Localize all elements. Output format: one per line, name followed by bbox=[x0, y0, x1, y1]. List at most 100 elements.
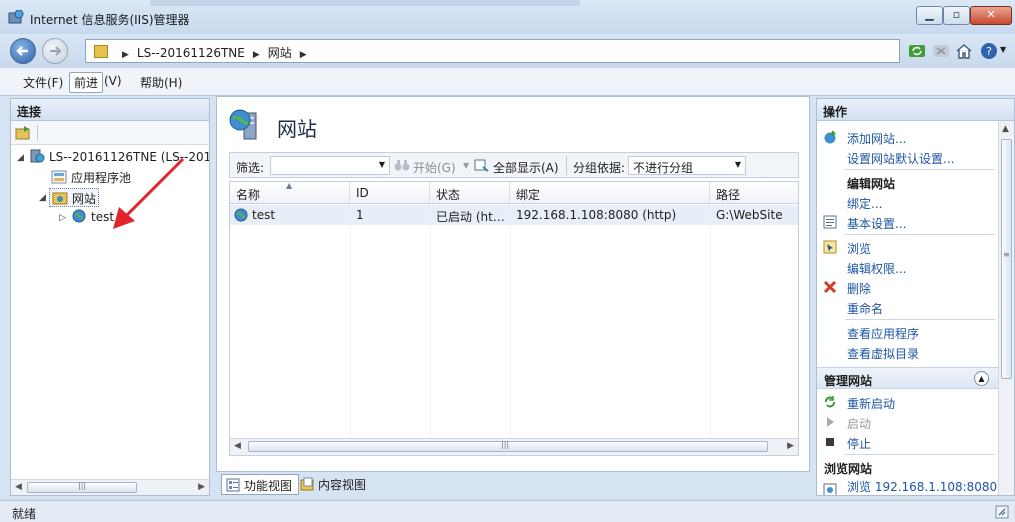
scroll-left-icon[interactable]: ◀ bbox=[15, 482, 22, 492]
resize-grip-icon[interactable] bbox=[995, 505, 1009, 519]
cell-path: G:\WebSite bbox=[716, 208, 783, 222]
action-add-website[interactable]: 添加网站... bbox=[847, 130, 906, 147]
filter-label: 筛选: bbox=[236, 161, 265, 175]
start-filter-button[interactable]: 开始(G) bbox=[413, 159, 456, 176]
show-all-button[interactable]: 全部显示(A) bbox=[493, 159, 559, 176]
help-dropdown-icon[interactable]: ▼ bbox=[1000, 45, 1006, 54]
breadcrumb: ▶ LS--20161126TNE ▶ 网站 ▶ bbox=[114, 44, 315, 61]
dropdown-arrow-icon[interactable]: ▼ bbox=[463, 161, 469, 170]
cell-binding: 192.168.1.108:8080 (http) bbox=[516, 208, 677, 222]
expand-arrow-icon[interactable]: ▷ bbox=[59, 213, 66, 223]
restart-icon bbox=[825, 396, 835, 408]
breadcrumb-sites[interactable]: 网站 bbox=[268, 46, 292, 60]
scroll-left-icon[interactable]: ◀ bbox=[234, 441, 241, 451]
menu-help[interactable]: 帮助(H) bbox=[136, 73, 186, 92]
divider bbox=[845, 454, 995, 455]
red-arrow-annotation bbox=[113, 157, 185, 229]
action-rename[interactable]: 重命名 bbox=[847, 300, 883, 317]
column-header-binding[interactable]: 绑定 bbox=[510, 182, 710, 204]
menu-file[interactable]: 文件(F) bbox=[19, 73, 67, 92]
toolbar-divider bbox=[37, 125, 38, 141]
navigation-bar: ▶ LS--20161126TNE ▶ 网站 ▶ ? ▼ bbox=[0, 34, 1015, 68]
forward-button[interactable] bbox=[42, 38, 68, 64]
browse-icon bbox=[823, 240, 837, 254]
column-header-status[interactable]: 状态 bbox=[430, 182, 510, 204]
stop-icon bbox=[826, 438, 834, 446]
action-browse-address[interactable]: 浏览 192.168.1.108:8080 bbox=[847, 478, 997, 495]
browse-site-heading: 浏览网站 bbox=[824, 462, 873, 476]
add-website-icon bbox=[824, 131, 836, 144]
back-button[interactable] bbox=[10, 38, 36, 64]
back-arrow-icon bbox=[16, 46, 28, 56]
home-icon[interactable] bbox=[955, 42, 973, 60]
address-bar[interactable]: ▶ LS--20161126TNE ▶ 网站 ▶ bbox=[85, 39, 900, 63]
forward-arrow-icon bbox=[50, 46, 62, 56]
connections-tree: ◢ LS--20161126TNE (LS--201 应用程序池 ◢ 网站 ▷ … bbox=[11, 145, 209, 475]
minimize-icon: ▁ bbox=[925, 8, 934, 21]
grip-icon: ||| bbox=[78, 481, 87, 490]
start-icon bbox=[827, 417, 834, 427]
action-start[interactable]: 启动 bbox=[847, 415, 871, 432]
connect-icon[interactable] bbox=[15, 125, 31, 141]
help-icon[interactable]: ? bbox=[980, 42, 998, 60]
edit-site-heading: 编辑网站 bbox=[847, 177, 896, 191]
action-view-applications[interactable]: 查看应用程序 bbox=[847, 325, 919, 342]
table-horizontal-scrollbar[interactable]: ◀ ||| ▶ bbox=[230, 438, 798, 455]
basic-settings-icon bbox=[823, 215, 837, 229]
cell-name: test bbox=[252, 208, 276, 222]
collapse-up-icon[interactable]: ▲ bbox=[974, 371, 989, 386]
title-bar-background bbox=[150, 0, 580, 6]
iis-app-icon bbox=[8, 10, 24, 24]
scroll-right-icon[interactable]: ▶ bbox=[198, 482, 205, 492]
menu-forward-tooltip[interactable]: 前进 bbox=[69, 72, 104, 93]
stop-icon[interactable] bbox=[932, 42, 950, 60]
action-bindings[interactable]: 绑定... bbox=[847, 195, 882, 212]
action-browse[interactable]: 浏览 bbox=[847, 240, 871, 257]
chevron-right-icon: ▶ bbox=[122, 50, 129, 60]
action-stop[interactable]: 停止 bbox=[847, 435, 871, 452]
breadcrumb-server[interactable]: LS--20161126TNE bbox=[137, 46, 245, 60]
filter-input[interactable]: ▼ bbox=[270, 156, 390, 175]
scroll-thumb[interactable]: ||| bbox=[248, 440, 768, 452]
column-header-path[interactable]: 路径 bbox=[710, 182, 798, 204]
tab-content-view[interactable]: 内容视图 bbox=[296, 474, 372, 495]
menu-view[interactable]: (V) bbox=[100, 73, 126, 89]
sites-table: 名称 ▲ ID 状态 绑定 路径 test 1 已启动 (ht… 192.168.… bbox=[229, 181, 799, 456]
tree-item-sites[interactable]: 网站 bbox=[49, 188, 100, 207]
scroll-thumb[interactable]: ||| bbox=[27, 481, 137, 493]
manage-site-section: 管理网站 ▲ bbox=[817, 367, 999, 389]
connections-horizontal-scrollbar[interactable]: ◀ ||| ▶ bbox=[11, 479, 209, 495]
scroll-right-icon[interactable]: ▶ bbox=[787, 441, 794, 451]
collapse-arrow-icon[interactable]: ◢ bbox=[17, 153, 24, 163]
minimize-button[interactable]: ▁ bbox=[916, 6, 943, 25]
group-by-select[interactable]: 不进行分组 ▼ bbox=[628, 156, 746, 175]
scroll-up-icon[interactable]: ▲ bbox=[1002, 124, 1009, 134]
dropdown-arrow-icon: ▼ bbox=[378, 160, 385, 169]
column-header-id[interactable]: ID bbox=[350, 182, 430, 204]
column-divider bbox=[350, 204, 351, 436]
sites-folder-icon bbox=[52, 192, 68, 205]
table-header: 名称 ▲ ID 状态 绑定 路径 bbox=[230, 182, 798, 204]
browse-link-icon bbox=[823, 483, 837, 495]
action-delete[interactable]: 删除 bbox=[847, 280, 871, 297]
connections-header: 连接 bbox=[11, 99, 209, 121]
action-set-defaults[interactable]: 设置网站默认设置... bbox=[847, 150, 954, 167]
action-basic-settings[interactable]: 基本设置... bbox=[847, 215, 906, 232]
tab-features-view[interactable]: 功能视图 bbox=[221, 474, 300, 495]
folder-icon bbox=[94, 45, 108, 58]
collapse-arrow-icon[interactable]: ◢ bbox=[39, 193, 46, 203]
connections-pane: 连接 ◢ LS--20161126TNE (LS--201 应用程序池 ◢ 网站… bbox=[10, 98, 210, 496]
action-edit-permissions[interactable]: 编辑权限... bbox=[847, 260, 906, 277]
toolbar-divider bbox=[566, 156, 567, 175]
action-restart[interactable]: 重新启动 bbox=[847, 395, 895, 412]
column-header-name[interactable]: 名称 ▲ bbox=[230, 182, 350, 204]
status-bar: 就绪 bbox=[0, 500, 1015, 522]
actions-vertical-scrollbar[interactable]: ▲ ≡ bbox=[998, 121, 1014, 495]
scroll-thumb[interactable]: ≡ bbox=[1001, 139, 1012, 379]
title-bar: Internet 信息服务(IIS)管理器 ▁ ▫ ✕ bbox=[0, 0, 1015, 34]
refresh-icon[interactable] bbox=[908, 42, 926, 60]
maximize-button[interactable]: ▫ bbox=[943, 6, 970, 25]
table-row[interactable]: test 1 已启动 (ht… 192.168.1.108:8080 (http… bbox=[230, 205, 798, 225]
action-view-virtual-directories[interactable]: 查看虚拟目录 bbox=[847, 345, 919, 362]
close-button[interactable]: ✕ bbox=[970, 6, 1012, 25]
